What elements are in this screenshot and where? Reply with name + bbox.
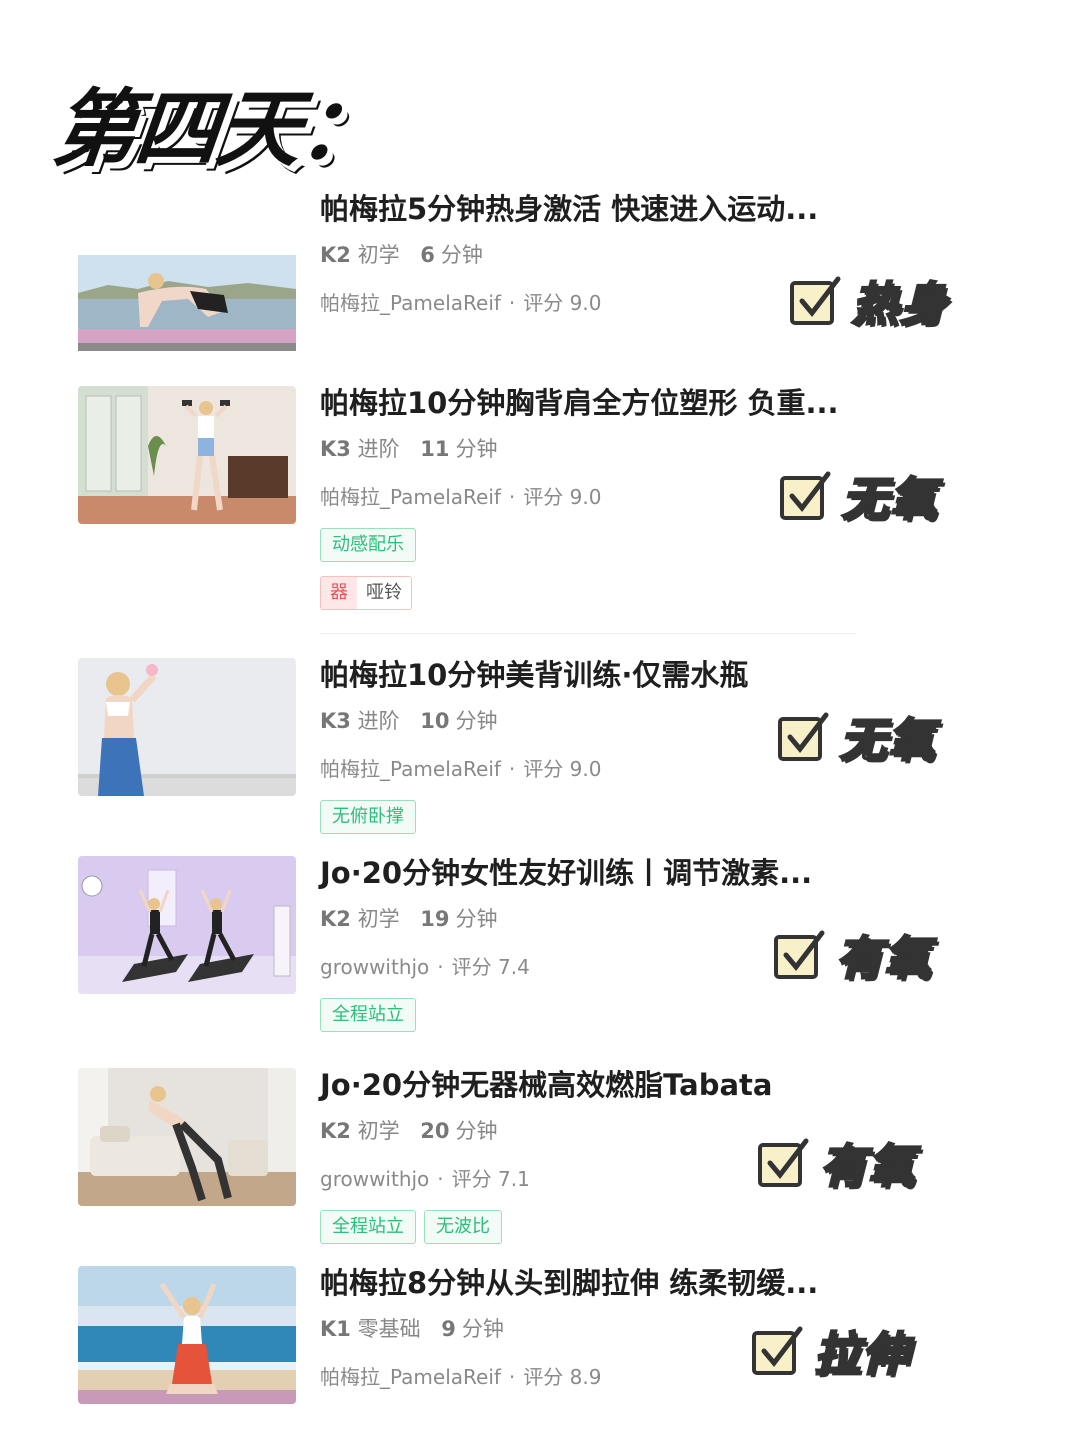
difficulty-name: 进阶	[357, 709, 400, 733]
duration-unit: 分钟	[461, 1317, 504, 1341]
author-name: 帕梅拉_PamelaReif	[320, 291, 501, 315]
stamp-label: 有氧	[835, 930, 932, 987]
category-stamp: 有氧	[756, 1130, 916, 1196]
separator-dot: ·	[508, 1365, 516, 1389]
difficulty-name: 初学	[357, 907, 400, 931]
checkbox-checked-icon	[776, 709, 832, 765]
author-name: growwithjo	[320, 955, 430, 979]
checkbox-checked-icon	[750, 1323, 806, 1379]
difficulty-level: K2	[320, 1119, 351, 1143]
workout-title[interactable]: 帕梅拉8分钟从头到脚拉伸 练柔韧缓...	[320, 1266, 880, 1300]
separator-dot: ·	[437, 1167, 444, 1191]
duration-value: 9	[441, 1317, 456, 1341]
duration-unit: 分钟	[455, 907, 498, 931]
difficulty-name: 初学	[357, 243, 400, 267]
difficulty-level: K3	[320, 709, 351, 733]
stamp-label: 无氧	[841, 471, 938, 528]
stamp-label: 有氧	[819, 1138, 916, 1195]
category-stamp: 热身	[788, 268, 948, 334]
rating: 评分 7.4	[451, 955, 530, 979]
checkbox-checked-icon	[756, 1135, 812, 1191]
stamp-label: 无氧	[839, 712, 936, 769]
duration-value: 11	[420, 437, 450, 461]
feature-tag: 全程站立	[320, 1210, 416, 1244]
feature-tag: 动感配乐	[320, 528, 416, 562]
workout-title[interactable]: 帕梅拉10分钟胸背肩全方位塑形 负重...	[320, 386, 880, 420]
duration-unit: 分钟	[440, 243, 483, 267]
author-name: 帕梅拉_PamelaReif	[320, 757, 501, 781]
feature-tag: 无波比	[424, 1210, 502, 1244]
separator-dot: ·	[508, 485, 516, 509]
workout-title[interactable]: Jo·20分钟无器械高效燃脂Tabata	[320, 1068, 880, 1102]
feature-tag: 全程站立	[320, 998, 416, 1032]
rating: 评分 8.9	[523, 1365, 602, 1389]
workout-thumbnail[interactable]	[78, 856, 296, 994]
category-stamp: 有氧	[772, 922, 932, 988]
difficulty-level: K3	[320, 437, 351, 461]
difficulty-level: K2	[320, 907, 351, 931]
equipment-chip: 器 哑铃	[320, 576, 412, 610]
difficulty-level: K2	[320, 243, 351, 267]
tag-list: 无俯卧撑	[320, 800, 880, 834]
duration-unit: 分钟	[455, 437, 498, 461]
tag-list: 全程站立	[320, 998, 880, 1032]
equipment-name: 哑铃	[357, 577, 411, 609]
equipment-badge: 器	[321, 577, 357, 609]
duration-unit: 分钟	[455, 1119, 498, 1143]
checkbox-checked-icon	[778, 468, 834, 524]
checkbox-checked-icon	[788, 273, 844, 329]
rating: 评分 9.0	[523, 291, 602, 315]
workout-meta: K3 进阶 11 分钟	[320, 436, 880, 462]
stamp-label: 热身	[851, 276, 948, 333]
workout-meta: K2 初学 6 分钟	[320, 242, 880, 268]
difficulty-name: 进阶	[357, 437, 400, 461]
rating: 评分 9.0	[523, 757, 602, 781]
separator-dot: ·	[508, 757, 516, 781]
duration-value: 19	[420, 907, 450, 931]
workout-thumbnail[interactable]	[78, 234, 296, 372]
difficulty-level: K1	[320, 1317, 351, 1341]
separator-dot: ·	[437, 955, 444, 979]
workout-thumbnail[interactable]	[78, 1266, 296, 1404]
checkbox-checked-icon	[772, 927, 828, 983]
duration-value: 6	[420, 243, 435, 267]
workout-thumbnail[interactable]	[78, 386, 296, 524]
category-stamp: 无氧	[778, 463, 938, 529]
workout-title[interactable]: Jo·20分钟女性友好训练丨调节激素...	[320, 856, 880, 890]
feature-tag: 无俯卧撑	[320, 800, 416, 834]
workout-thumbnail[interactable]	[78, 1068, 296, 1206]
duration-unit: 分钟	[455, 709, 498, 733]
difficulty-name: 初学	[357, 1119, 400, 1143]
workout-thumbnail[interactable]	[78, 658, 296, 796]
category-stamp: 拉伸	[750, 1318, 910, 1384]
tag-list: 全程站立 无波比	[320, 1210, 880, 1244]
rating: 评分 7.1	[451, 1167, 530, 1191]
list-divider	[320, 633, 856, 634]
page-title: 第四天：	[48, 80, 387, 178]
difficulty-name: 零基础	[357, 1317, 421, 1341]
workout-title[interactable]: 帕梅拉5分钟热身激活 快速进入运动...	[320, 192, 880, 226]
author-name: 帕梅拉_PamelaReif	[320, 1365, 501, 1389]
workout-title[interactable]: 帕梅拉10分钟美背训练·仅需水瓶	[320, 658, 880, 692]
stamp-label: 拉伸	[813, 1326, 910, 1383]
rating: 评分 9.0	[523, 485, 602, 509]
category-stamp: 无氧	[776, 704, 936, 770]
separator-dot: ·	[508, 291, 516, 315]
duration-value: 20	[420, 1119, 450, 1143]
author-name: growwithjo	[320, 1167, 430, 1191]
duration-value: 10	[420, 709, 450, 733]
tag-list: 动感配乐	[320, 528, 880, 562]
author-name: 帕梅拉_PamelaReif	[320, 485, 501, 509]
